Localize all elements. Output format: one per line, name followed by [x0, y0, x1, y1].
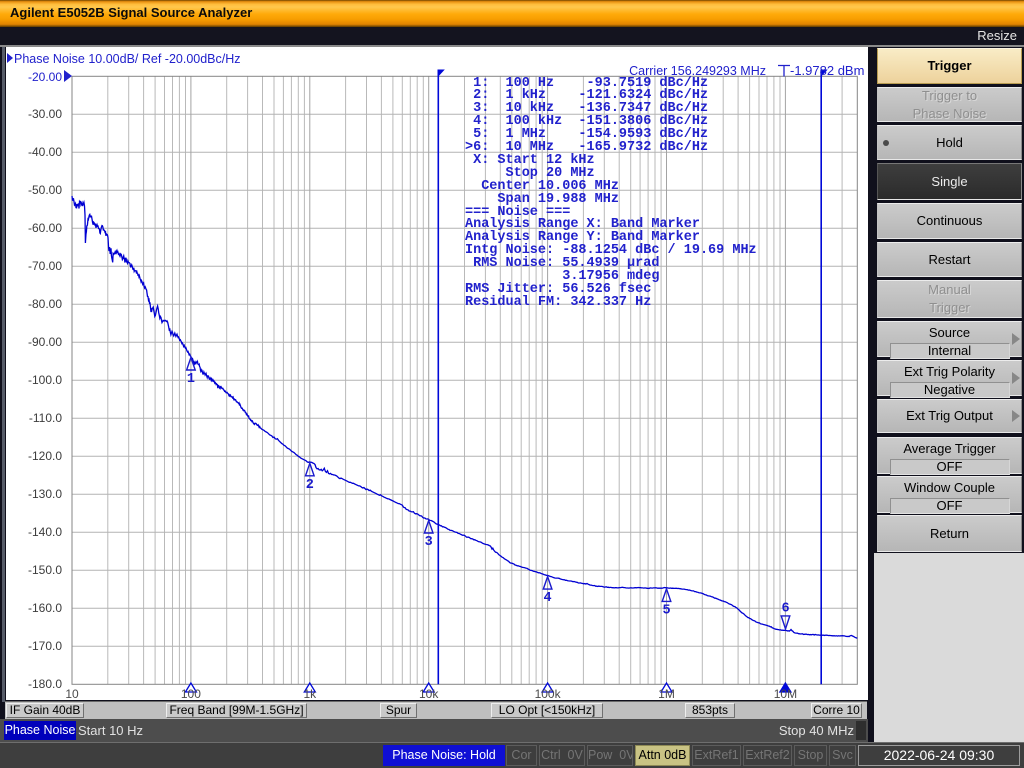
svg-text:5: 5 — [662, 603, 670, 618]
svg-text:1: 1 — [187, 372, 195, 387]
svg-text:6: 6 — [781, 601, 789, 616]
svg-text:2: 2 — [306, 478, 314, 493]
svg-text:4: 4 — [544, 591, 552, 606]
svg-text:3: 3 — [425, 535, 433, 550]
